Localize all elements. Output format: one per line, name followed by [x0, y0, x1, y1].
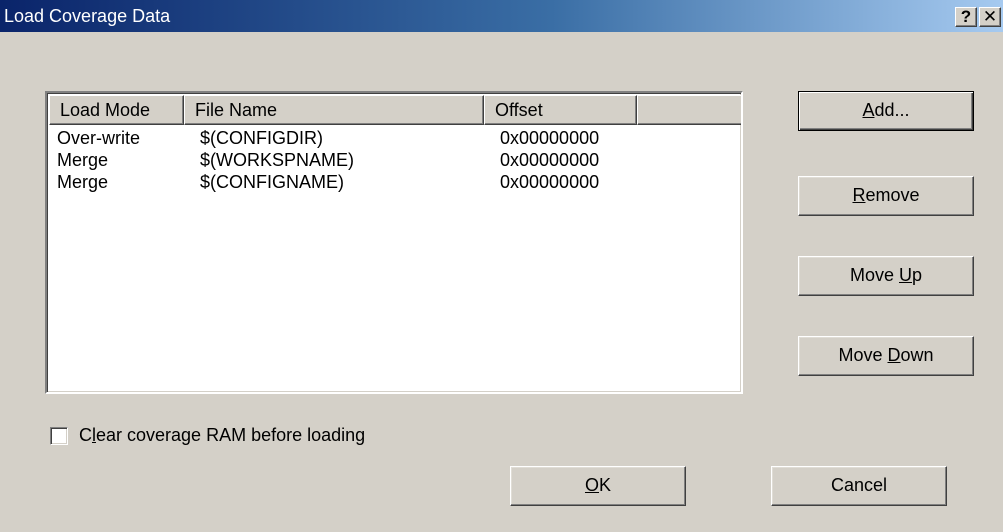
column-header-file-name[interactable]: File Name	[184, 95, 484, 125]
offset-cell: 0x00000000	[500, 150, 600, 170]
cancel-button-label: Cancel	[830, 475, 888, 495]
ok-button-label: OK	[584, 475, 612, 495]
remove-button[interactable]: Remove	[798, 176, 974, 216]
list-item[interactable]: Merge $(WORKSPNAME) 0x00000000	[49, 149, 741, 171]
ok-button[interactable]: OK	[510, 466, 686, 506]
file-name-cell: $(CONFIGNAME)	[200, 172, 344, 192]
file-name-cell: $(WORKSPNAME)	[200, 150, 355, 170]
load-mode-cell: Merge	[57, 150, 109, 170]
cancel-button[interactable]: Cancel	[771, 466, 947, 506]
column-header-empty[interactable]	[637, 95, 741, 125]
column-header-offset[interactable]: Offset	[484, 95, 637, 125]
coverage-file-list[interactable]: Load Mode File Name Offset Over-write $(…	[45, 91, 743, 394]
help-button[interactable]: ?	[955, 7, 977, 27]
clear-ram-checkbox-label[interactable]: Clear coverage RAM before loading	[79, 424, 365, 446]
list-header: Load Mode File Name Offset	[49, 95, 741, 125]
move-up-button[interactable]: Move Up	[798, 256, 974, 296]
add-button[interactable]: Add...	[798, 91, 974, 131]
close-button[interactable]: ✕	[979, 7, 1001, 27]
close-icon: ✕	[982, 7, 998, 26]
clear-ram-checkbox[interactable]	[50, 427, 68, 445]
remove-button-label: Remove	[852, 185, 920, 205]
window-title: Load Coverage Data	[4, 6, 171, 26]
list-item[interactable]: Merge $(CONFIGNAME) 0x00000000	[49, 171, 741, 193]
offset-cell: 0x00000000	[500, 128, 600, 148]
move-down-button[interactable]: Move Down	[798, 336, 974, 376]
load-mode-cell: Over-write	[57, 128, 141, 148]
help-icon: ?	[960, 7, 972, 26]
column-header-load-mode[interactable]: Load Mode	[49, 95, 184, 125]
move-down-button-label: Move Down	[838, 345, 934, 365]
file-name-cell: $(CONFIGDIR)	[200, 128, 323, 148]
list-item[interactable]: Over-write $(CONFIGDIR) 0x00000000	[49, 127, 741, 149]
add-button-label: Add...	[862, 100, 910, 120]
offset-cell: 0x00000000	[500, 172, 600, 192]
move-up-button-label: Move Up	[849, 265, 923, 285]
load-mode-cell: Merge	[57, 172, 109, 192]
title-bar[interactable]: Load Coverage Data ? ✕	[0, 0, 1003, 32]
